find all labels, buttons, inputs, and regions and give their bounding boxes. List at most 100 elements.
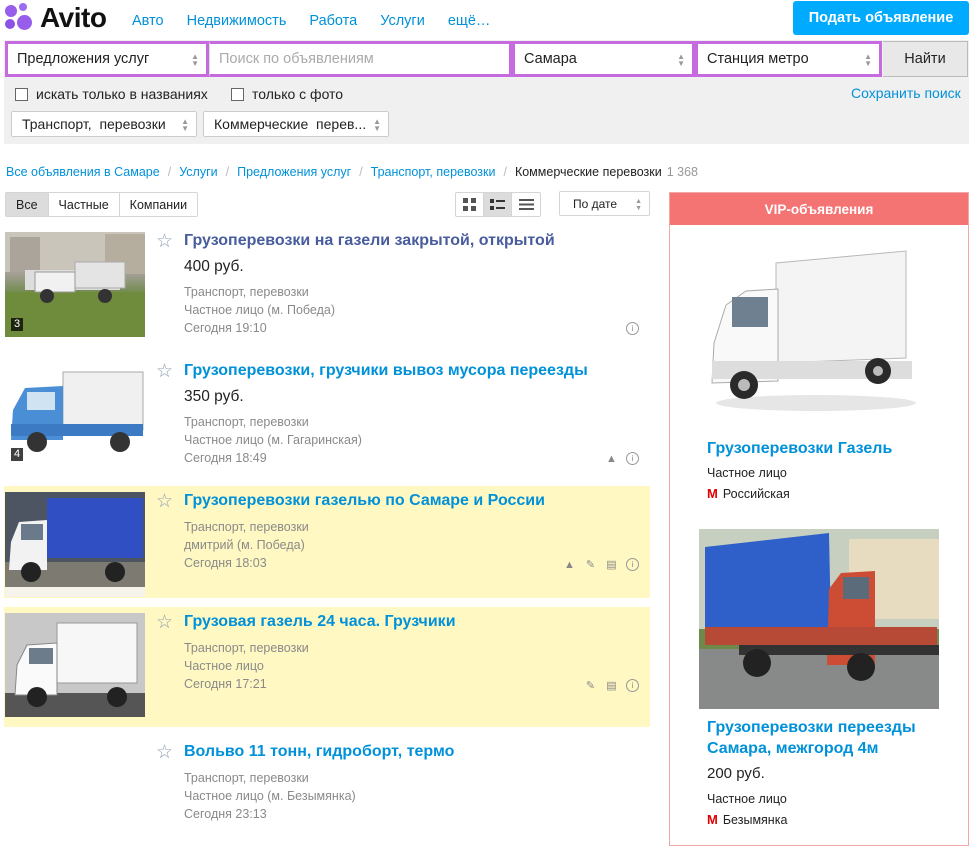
listing-meta: Транспорт, перевозки Частное лицо Сегодн… xyxy=(184,639,309,693)
vip-item-seller: Частное лицо xyxy=(707,792,787,806)
results-count: 1 368 xyxy=(666,165,698,179)
info-icon[interactable]: i xyxy=(626,558,639,571)
metro-select[interactable]: Станция метро ▲ ▼ xyxy=(695,41,882,77)
listing-item: 4 ☆ Грузоперевозки, грузчики вывоз мусор… xyxy=(4,356,650,468)
search-input[interactable]: Поиск по объявлениям xyxy=(209,41,512,77)
document-icon[interactable]: ▤ xyxy=(605,679,618,692)
info-icon[interactable]: i xyxy=(626,452,639,465)
info-icon[interactable]: i xyxy=(626,679,639,692)
photo-count-badge: 4 xyxy=(11,448,24,461)
listing-time: Сегодня 17:21 xyxy=(184,677,267,691)
up-icon[interactable]: ▲ xyxy=(605,452,618,465)
vip-item-metro: M Российская xyxy=(707,486,790,501)
city-select[interactable]: Самара ▲ ▼ xyxy=(512,41,695,77)
listing-seller: Частное лицо (м. Безымянка) xyxy=(184,789,356,803)
list-view-icon[interactable] xyxy=(484,193,512,216)
seller-filter: Все Частные Компании xyxy=(5,192,199,217)
nav-realty[interactable]: Недвижимость xyxy=(187,13,287,29)
listing-meta: Транспорт, перевозки дмитрий (м. Победа)… xyxy=(184,518,309,572)
only-photo-label: только с фото xyxy=(252,86,344,102)
star-icon[interactable]: ☆ xyxy=(156,741,173,764)
vip-item-title[interactable]: Грузоперевозки переезды Самара, межгород… xyxy=(707,717,916,759)
breadcrumb: Все объявления в Самаре / Услуги / Предлож… xyxy=(6,165,698,179)
listing-time: Сегодня 18:03 xyxy=(184,556,267,570)
breadcrumb-link[interactable]: Предложения услуг xyxy=(237,165,351,179)
vip-header: VIP-объявления xyxy=(670,193,968,225)
listing-item: ☆ Вольво 11 тонн, гидроборт, термо Транс… xyxy=(4,737,650,849)
star-icon[interactable]: ☆ xyxy=(156,360,173,383)
breadcrumb-link[interactable]: Транспорт, перевозки xyxy=(371,165,496,179)
vip-item-title-line2: Самара, межгород 4м xyxy=(707,740,879,757)
filter-companies[interactable]: Компании xyxy=(120,193,197,216)
save-search-link[interactable]: Сохранить поиск xyxy=(851,85,961,101)
listing-photo[interactable] xyxy=(5,492,145,597)
listing-meta: Транспорт, перевозки Частное лицо (м. Бе… xyxy=(184,769,356,823)
vip-item-title[interactable]: Грузоперевозки Газель xyxy=(707,438,892,459)
category-select[interactable]: Предложения услуг ▲ ▼ xyxy=(5,41,209,77)
listing-category: Транспорт, перевозки xyxy=(184,520,309,534)
listing-title[interactable]: Вольво 11 тонн, гидроборт, термо xyxy=(184,743,454,761)
checkbox-box[interactable] xyxy=(15,87,28,101)
sort-select-value: По дате xyxy=(573,196,618,211)
vip-item-seller: Частное лицо xyxy=(707,466,787,480)
subcategory-value: Коммерческие перев... xyxy=(214,116,367,132)
listing-title[interactable]: Грузоперевозки на газели закрытой, откры… xyxy=(184,232,555,250)
only-titles-checkbox[interactable]: искать только в названиях xyxy=(15,86,208,102)
listing-price: 350 руб. xyxy=(184,388,244,405)
listing-photo[interactable]: 3 xyxy=(5,232,145,337)
rows-view-icon[interactable] xyxy=(512,193,540,216)
photo-count-badge: 3 xyxy=(11,318,24,331)
listing-category: Транспорт, перевозки xyxy=(184,285,309,299)
up-icon[interactable]: ▲ xyxy=(563,558,576,571)
checkbox-box[interactable] xyxy=(231,87,244,101)
logo-dots-icon xyxy=(4,3,34,33)
listing-meta: Транспорт, перевозки Частное лицо (м. По… xyxy=(184,283,335,337)
subcategory-select-transport[interactable]: Транспорт, перевозки ▲ ▼ xyxy=(11,111,197,137)
vip-item-metro-name: Российская xyxy=(722,486,790,501)
logo-text: Avito xyxy=(40,2,107,33)
listing-price: 400 руб. xyxy=(184,258,244,275)
metro-select-value: Станция метро xyxy=(707,51,809,67)
only-photo-checkbox[interactable]: только с фото xyxy=(231,86,343,102)
listing-seller: Частное лицо (м. Победа) xyxy=(184,303,336,317)
post-ad-button[interactable]: Подать объявление xyxy=(793,1,969,35)
star-icon[interactable]: ☆ xyxy=(156,230,173,253)
subcategory-select-commercial[interactable]: Коммерческие перев... ▲ ▼ xyxy=(203,111,389,137)
vip-photo[interactable] xyxy=(706,243,916,418)
nav-services[interactable]: Услуги xyxy=(380,13,425,29)
select-arrows-icon: ▲ ▼ xyxy=(373,117,381,133)
paperclip-icon[interactable]: ✎ xyxy=(584,558,597,571)
nav-jobs[interactable]: Работа xyxy=(309,13,357,29)
paperclip-icon[interactable]: ✎ xyxy=(584,679,597,692)
listing-title[interactable]: Грузовая газель 24 часа. Грузчики xyxy=(184,613,456,631)
sort-select[interactable]: По дате ▲ ▼ xyxy=(559,191,650,216)
vip-photo[interactable] xyxy=(699,529,939,709)
vip-sidebar: VIP-объявления Грузоперевозки Газель Час… xyxy=(669,192,969,846)
select-arrows-icon: ▲ ▼ xyxy=(677,52,685,68)
breadcrumb-current: Коммерческие перевозки xyxy=(514,165,662,179)
listing-time: Сегодня 19:10 xyxy=(184,321,267,335)
select-arrows-icon: ▲ ▼ xyxy=(181,117,189,133)
listing-category: Транспорт, перевозки xyxy=(184,771,309,785)
find-button[interactable]: Найти xyxy=(883,41,968,77)
nav-more[interactable]: ещё… xyxy=(448,13,491,29)
grid-view-icon[interactable] xyxy=(456,193,484,216)
breadcrumb-link[interactable]: Все объявления в Самаре xyxy=(6,165,160,179)
select-arrows-icon: ▲ ▼ xyxy=(635,198,642,212)
vip-item-price: 200 руб. xyxy=(707,765,765,782)
listing-title[interactable]: Грузоперевозки, грузчики вывоз мусора пе… xyxy=(184,362,588,380)
listing-photo[interactable]: 4 xyxy=(5,362,145,467)
filter-private[interactable]: Частные xyxy=(49,193,120,216)
nav-auto[interactable]: Авто xyxy=(132,13,164,29)
listing-photo[interactable] xyxy=(5,613,145,717)
star-icon[interactable]: ☆ xyxy=(156,611,173,634)
document-icon[interactable]: ▤ xyxy=(605,558,618,571)
top-nav: Авто Недвижимость Работа Услуги ещё… xyxy=(132,13,513,29)
star-icon[interactable]: ☆ xyxy=(156,490,173,513)
listing-title[interactable]: Грузоперевозки газелью по Самаре и Росси… xyxy=(184,492,545,510)
listing-time: Сегодня 23:13 xyxy=(184,807,267,821)
info-icon[interactable]: i xyxy=(626,322,639,335)
avito-logo[interactable]: Avito xyxy=(4,2,107,33)
breadcrumb-link[interactable]: Услуги xyxy=(179,165,217,179)
filter-all[interactable]: Все xyxy=(6,193,49,216)
